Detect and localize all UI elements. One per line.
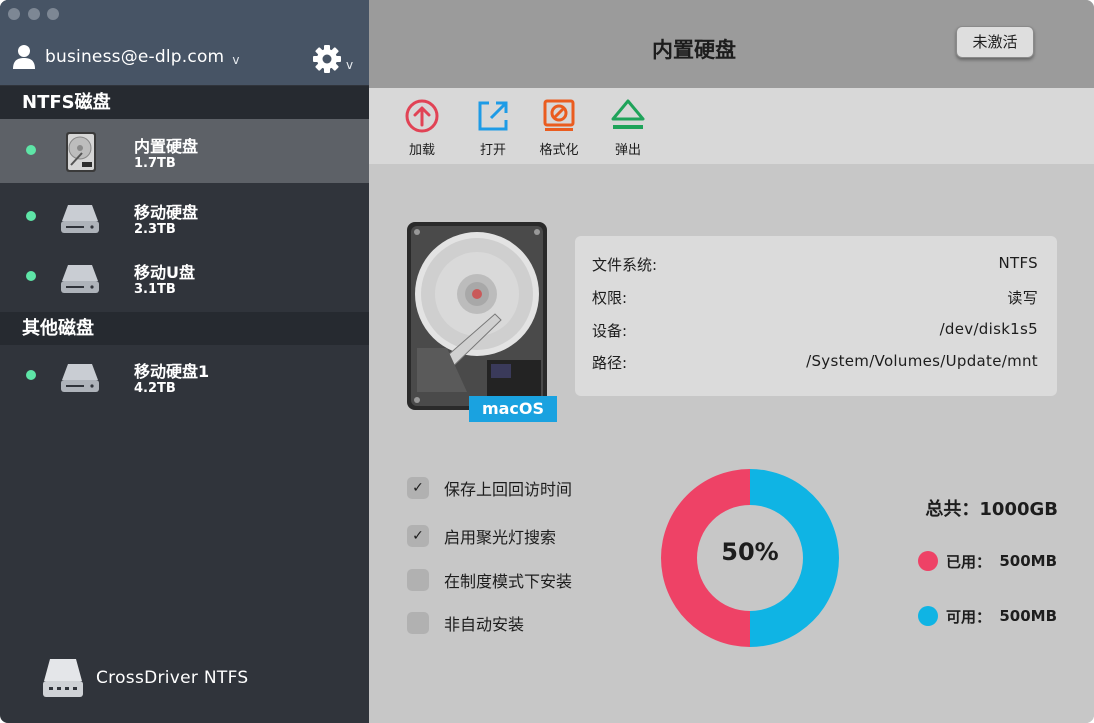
option-label: 非自动安装 xyxy=(444,615,525,634)
mount-icon xyxy=(405,99,439,133)
title-bar: 内置硬盘 未激活 xyxy=(369,0,1094,88)
toolbar: 加载 打开 格式化 弹出 xyxy=(369,88,1094,164)
option-manual-mount[interactable]: 非自动安装 xyxy=(407,610,524,636)
mounted-status-dot xyxy=(26,370,36,380)
format-label: 格式化 xyxy=(539,143,579,158)
settings-menu[interactable]: v xyxy=(312,44,353,74)
checkbox-checked[interactable]: ✓ xyxy=(407,525,429,547)
section-title-ntfs: NTFS磁盘 xyxy=(0,86,369,119)
legend-used: 已用： 500MB xyxy=(918,549,1057,573)
page-title: 内置硬盘 xyxy=(652,38,736,62)
sidebar-item-external-disk-1[interactable]: 移动硬盘1 4.2TB xyxy=(0,344,369,408)
option-keep-access-time[interactable]: ✓ 保存上回回访时间 xyxy=(407,475,572,501)
activate-button[interactable]: 未激活 xyxy=(956,26,1034,58)
path-value: /System/Volumes/Update/mnt xyxy=(806,352,1038,370)
load-label: 加载 xyxy=(408,143,435,158)
brand: CrossDriver NTFS xyxy=(40,655,249,701)
file-system-label: 文件系统: xyxy=(592,256,658,274)
app-window: business@e-dlp.com v v NTFS磁盘 内置硬盘 1.7TB… xyxy=(0,0,1094,723)
permission-label: 权限: xyxy=(592,289,628,307)
disk-size: 3.1TB xyxy=(134,282,176,297)
brand-name: CrossDriver NTFS xyxy=(96,668,249,688)
external-drive-icon xyxy=(61,205,99,233)
checkbox-checked[interactable]: ✓ xyxy=(407,477,429,499)
free-value: 500MB xyxy=(999,607,1057,625)
window-zoom-button[interactable] xyxy=(47,8,59,20)
sidebar-item-internal-disk[interactable]: 内置硬盘 1.7TB xyxy=(0,119,369,183)
disk-size: 1.7TB xyxy=(134,156,176,171)
used-color-dot xyxy=(918,551,938,571)
device-value: /dev/disk1s5 xyxy=(939,320,1038,338)
os-badge: macOS xyxy=(469,396,557,422)
used-label: 已用： xyxy=(946,552,992,571)
mounted-status-dot xyxy=(26,211,36,221)
info-row-path: 路径: /System/Volumes/Update/mnt xyxy=(592,352,1038,376)
mounted-status-dot xyxy=(26,271,36,281)
eject-button[interactable]: 弹出 xyxy=(593,98,663,158)
legend-free: 可用： 500MB xyxy=(918,604,1057,628)
file-system-value: NTFS xyxy=(998,254,1038,272)
external-drive-icon xyxy=(61,364,99,392)
main-panel: 内置硬盘 未激活 加载 打开 格式化 弹出 macOS 文件系统: NTFS 权… xyxy=(369,0,1094,723)
option-label: 启用聚光灯搜索 xyxy=(444,528,557,547)
disk-name: 内置硬盘 xyxy=(134,137,199,156)
info-row-device: 设备: /dev/disk1s5 xyxy=(592,320,1038,344)
disk-size: 2.3TB xyxy=(134,222,176,237)
section-title-other: 其他磁盘 xyxy=(0,312,369,345)
sidebar-item-usb-drive[interactable]: 移动U盘 3.1TB xyxy=(0,245,369,309)
eject-icon xyxy=(611,99,645,129)
sidebar-header: business@e-dlp.com v v xyxy=(0,0,369,85)
gear-icon xyxy=(313,45,341,73)
account-email: business@e-dlp.com xyxy=(45,47,225,67)
app-logo-icon xyxy=(43,659,83,697)
disk-name: 移动硬盘 xyxy=(134,203,199,222)
account-menu[interactable]: business@e-dlp.com v xyxy=(12,42,239,72)
mounted-status-dot xyxy=(26,145,36,155)
option-spotlight-search[interactable]: ✓ 启用聚光灯搜索 xyxy=(407,523,556,549)
free-color-dot xyxy=(918,606,938,626)
free-label: 可用： xyxy=(946,607,992,626)
format-button[interactable]: 格式化 xyxy=(524,98,594,158)
open-button[interactable]: 打开 xyxy=(458,98,528,158)
user-icon xyxy=(13,45,35,69)
sidebar: business@e-dlp.com v v NTFS磁盘 内置硬盘 1.7TB… xyxy=(0,0,369,723)
disk-name: 移动硬盘1 xyxy=(134,362,210,381)
usb-drive-icon xyxy=(61,265,99,293)
hard-disk-image xyxy=(407,222,547,410)
option-label: 保存上回回访时间 xyxy=(444,480,573,499)
window-close-button[interactable] xyxy=(8,8,20,20)
device-label: 设备: xyxy=(592,322,628,340)
eject-label: 弹出 xyxy=(614,143,641,158)
permission-value: 读写 xyxy=(1007,289,1038,307)
format-icon xyxy=(543,99,575,131)
info-row-permission: 权限: 读写 xyxy=(592,287,1038,311)
chevron-down-icon: v xyxy=(232,53,240,67)
open-label: 打开 xyxy=(479,143,506,158)
internal-hdd-icon xyxy=(66,132,96,172)
path-label: 路径: xyxy=(592,354,628,372)
total-capacity: 总共：1000GB xyxy=(925,499,1058,520)
load-button[interactable]: 加载 xyxy=(387,98,457,158)
option-label: 在制度模式下安装 xyxy=(444,572,573,591)
disk-name: 移动U盘 xyxy=(134,263,195,282)
chevron-down-icon: v xyxy=(346,58,354,72)
open-external-icon xyxy=(478,101,508,131)
option-mount-in-mode[interactable]: 在制度模式下安装 xyxy=(407,567,572,593)
disk-info-panel: 文件系统: NTFS 权限: 读写 设备: /dev/disk1s5 路径: /… xyxy=(575,236,1057,396)
sidebar-item-external-disk[interactable]: 移动硬盘 2.3TB xyxy=(0,185,369,249)
usage-percent: 50% xyxy=(721,538,779,566)
checkbox-unchecked[interactable] xyxy=(407,612,429,634)
checkbox-unchecked[interactable] xyxy=(407,569,429,591)
window-minimize-button[interactable] xyxy=(28,8,40,20)
used-value: 500MB xyxy=(999,552,1057,570)
disk-size: 4.2TB xyxy=(134,381,176,396)
info-row-file-system: 文件系统: NTFS xyxy=(592,254,1038,278)
